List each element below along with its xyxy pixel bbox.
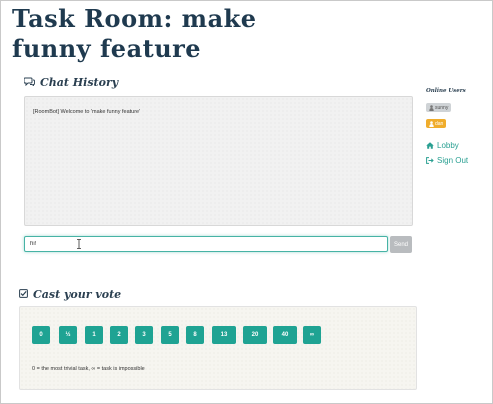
vote-card-2[interactable]: 2	[110, 326, 128, 344]
check-square-icon	[19, 288, 28, 301]
sign-out-label: Sign Out	[437, 156, 469, 165]
text-cursor-icon	[77, 239, 81, 249]
vote-scale-note: 0 = the most trivial task, ∞ = task is i…	[32, 366, 145, 372]
vote-card-1[interactable]: 1	[85, 326, 103, 344]
sign-out-icon	[426, 157, 434, 164]
chat-history-label: Chat History	[40, 76, 119, 89]
home-icon	[426, 142, 434, 149]
user-name: dan	[435, 120, 444, 127]
user-badge: dan	[426, 119, 447, 128]
vote-card-infinity[interactable]: ∞	[303, 326, 321, 344]
vote-card-20[interactable]: 20	[243, 326, 267, 344]
page-title: Task Room: make funny feature	[12, 4, 257, 63]
online-users-heading: Online Users	[426, 88, 466, 94]
user-name: sunny	[435, 104, 449, 111]
lobby-label: Lobby	[437, 141, 459, 150]
chat-message: [RoomBot] Welcome to 'make funny feature…	[33, 109, 141, 115]
lobby-link[interactable]: Lobby	[426, 141, 459, 150]
comments-icon	[23, 76, 35, 89]
vote-card-8[interactable]: 8	[186, 326, 204, 344]
send-button[interactable]: Send	[390, 236, 412, 253]
vote-card-half[interactable]: ½	[59, 326, 77, 344]
vote-panel	[19, 306, 417, 390]
vote-card-0[interactable]: 0	[32, 326, 50, 344]
vote-card-5[interactable]: 5	[161, 326, 179, 344]
cast-vote-heading: Cast your vote	[19, 288, 121, 301]
vote-card-13[interactable]: 13	[212, 326, 236, 344]
user-icon	[429, 120, 434, 127]
chat-history-panel[interactable]: [RoomBot] Welcome to 'make funny feature…	[24, 96, 413, 226]
sign-out-link[interactable]: Sign Out	[426, 156, 468, 165]
vote-card-40[interactable]: 40	[273, 326, 297, 344]
user-badge: sunny	[426, 103, 452, 112]
vote-card-3[interactable]: 3	[135, 326, 153, 344]
cast-vote-label: Cast your vote	[33, 288, 122, 301]
user-icon	[429, 104, 434, 111]
chat-history-heading: Chat History	[23, 76, 119, 89]
